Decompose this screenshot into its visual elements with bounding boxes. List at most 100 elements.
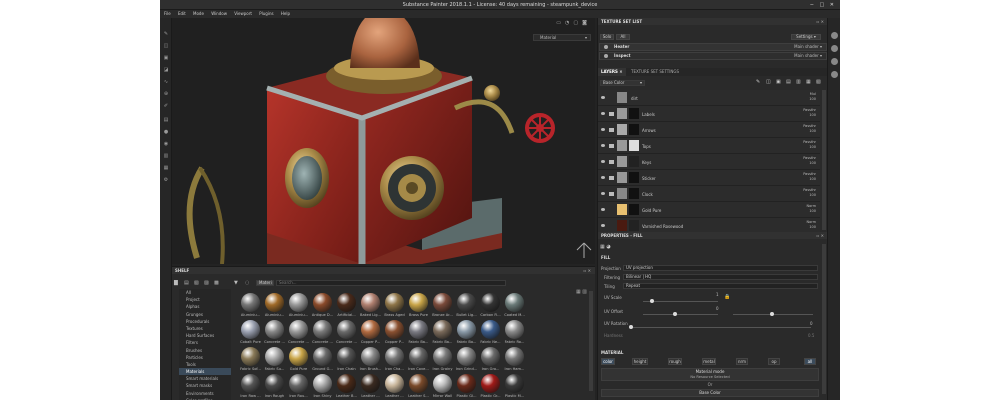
material-thumbnail[interactable]: Plastic Gr... bbox=[479, 374, 502, 400]
texture-set-icon[interactable] bbox=[831, 32, 838, 39]
shelf-category-item[interactable]: Brushes bbox=[179, 347, 231, 354]
shelf-category-item[interactable]: Filters bbox=[179, 339, 231, 346]
material-thumbnail[interactable]: Aluminiu... bbox=[287, 293, 310, 320]
uv-scale-slider[interactable] bbox=[643, 301, 718, 302]
material-thumbnail[interactable]: Ground G... bbox=[311, 347, 334, 374]
clone-icon[interactable]: ⊕ bbox=[163, 92, 169, 97]
shelf-category-item[interactable]: Materials bbox=[179, 368, 231, 376]
material-thumbnail[interactable]: Fabric Su... bbox=[263, 347, 286, 374]
import-icon[interactable]: ▧ bbox=[194, 280, 200, 286]
material-thumbnail[interactable]: Iron Shiny bbox=[311, 374, 334, 400]
material-thumbnail[interactable]: Iron Rough bbox=[263, 374, 286, 400]
material-thumbnail[interactable]: Iron Rou... bbox=[287, 374, 310, 400]
tab-texture-set-settings[interactable]: TEXTURE SET SETTINGS bbox=[628, 68, 682, 76]
solo-button[interactable]: Solo bbox=[600, 34, 614, 40]
shelf-category-item[interactable]: Tools bbox=[179, 361, 231, 368]
smudge-icon[interactable]: ∿ bbox=[163, 80, 169, 85]
close-icon[interactable]: ✕ bbox=[619, 69, 622, 74]
channel-all[interactable]: all bbox=[804, 358, 816, 365]
filter-tag[interactable]: Materi bbox=[256, 280, 274, 286]
material-thumbnail[interactable]: Leather B... bbox=[335, 374, 358, 400]
material-tab-icon[interactable]: ◕ bbox=[606, 244, 610, 250]
material-thumbnail[interactable]: Bullet Lig... bbox=[455, 293, 478, 320]
layer-row[interactable]: Gold Pure Norm 100 bbox=[598, 202, 820, 218]
material-thumbnail[interactable]: Fabric Bo... bbox=[455, 320, 478, 347]
filter-icon[interactable]: ▼ bbox=[234, 280, 240, 286]
material-thumbnail[interactable]: Mirror Wall bbox=[431, 374, 454, 400]
material-thumbnail[interactable]: Iron Grainy bbox=[431, 347, 454, 374]
camera-icon[interactable]: ▭ bbox=[556, 20, 565, 26]
display-settings-icon[interactable] bbox=[831, 45, 838, 52]
shelf-category-item[interactable]: Environments bbox=[179, 390, 231, 397]
material-thumbnail[interactable]: Leather ... bbox=[383, 374, 406, 400]
material-thumbnail[interactable]: Coated M... bbox=[503, 293, 526, 320]
folder-icon[interactable] bbox=[609, 144, 614, 148]
projection-icon[interactable]: ▣ bbox=[163, 56, 169, 61]
add-layer-icon[interactable]: ▤ bbox=[786, 80, 791, 85]
layer-blend[interactable]: Norm 100 bbox=[806, 220, 816, 230]
panel-close-icon[interactable]: ▫ ✕ bbox=[817, 18, 824, 25]
add-fill-icon[interactable]: ▣ bbox=[776, 80, 781, 85]
layer-row[interactable]: dirt Mul 100 bbox=[598, 90, 820, 106]
material-thumbnail[interactable]: Iron Ham... bbox=[503, 347, 526, 374]
layers-scrollbar[interactable] bbox=[822, 90, 826, 230]
shelf-category-item[interactable]: Procedurals bbox=[179, 318, 231, 325]
uv-rotation-slider[interactable] bbox=[631, 327, 811, 328]
uv-offset-knob-u[interactable] bbox=[673, 312, 677, 316]
menu-viewport[interactable]: Viewport bbox=[234, 10, 252, 18]
bake-icon[interactable]: ● bbox=[163, 130, 169, 135]
material-thumbnail[interactable]: Concrete ... bbox=[335, 320, 358, 347]
all-button[interactable]: All bbox=[616, 34, 630, 40]
material-thumbnail[interactable]: Aluminiu... bbox=[239, 293, 262, 320]
material-thumbnail[interactable]: Leather ... bbox=[359, 374, 382, 400]
material-thumbnail[interactable]: Iron Chain bbox=[335, 347, 358, 374]
shelf-search-input[interactable]: Search... bbox=[276, 280, 506, 286]
shelf-category-item[interactable]: Project bbox=[179, 296, 231, 303]
layer-blend[interactable]: Passthr 100 bbox=[803, 172, 816, 182]
paint-brush-icon[interactable]: ✎ bbox=[163, 32, 169, 37]
material-thumbnail[interactable]: Concrete ... bbox=[287, 320, 310, 347]
panel-close-icon[interactable]: ▫ ✕ bbox=[817, 232, 824, 239]
layer-blend[interactable]: Passthr 100 bbox=[803, 140, 816, 150]
layer-blend[interactable]: Norm 100 bbox=[806, 204, 816, 214]
menu-edit[interactable]: Edit bbox=[178, 10, 186, 18]
material-thumbnail[interactable]: Concrete ... bbox=[311, 320, 334, 347]
window-controls[interactable]: − □ ✕ bbox=[810, 2, 836, 8]
uv-offset-slider-u[interactable] bbox=[643, 314, 718, 315]
eye-icon[interactable] bbox=[604, 54, 608, 58]
layer-blend[interactable]: Passthr 100 bbox=[803, 188, 816, 198]
menu-file[interactable]: File bbox=[164, 10, 171, 18]
duplicate-icon[interactable]: ▦ bbox=[806, 80, 811, 85]
3d-viewport[interactable]: ▭◔▢◙ Material ▾ bbox=[172, 18, 595, 264]
eye-icon[interactable] bbox=[601, 128, 605, 131]
texture-set-row[interactable]: Inspect Main shader ▾ bbox=[599, 52, 827, 60]
eye-icon[interactable] bbox=[601, 160, 605, 163]
folder-icon[interactable] bbox=[609, 112, 614, 116]
add-mask-icon[interactable]: ◫ bbox=[766, 80, 771, 85]
record-icon[interactable]: ◉ bbox=[163, 142, 169, 147]
add-folder-icon[interactable]: ▥ bbox=[796, 80, 801, 85]
material-thumbnail[interactable]: Fabric Ba... bbox=[407, 320, 430, 347]
material-thumbnail[interactable]: Plastic Gl... bbox=[455, 374, 478, 400]
eye-icon[interactable] bbox=[601, 208, 605, 211]
layer-blend[interactable]: Mul 100 bbox=[809, 92, 816, 102]
menu-mode[interactable]: Mode bbox=[193, 10, 204, 18]
base-color-header[interactable]: Base Color bbox=[601, 389, 819, 397]
material-thumbnail[interactable]: Carbon Fi... bbox=[479, 293, 502, 320]
shelf-category-item[interactable]: Smart materials bbox=[179, 375, 231, 382]
folder-icon[interactable]: ▇ bbox=[174, 280, 180, 286]
material-thumbnail[interactable]: Fabric Ba... bbox=[431, 320, 454, 347]
settings-dropdown[interactable]: Settings ▾ bbox=[791, 34, 821, 40]
material-thumbnail[interactable]: Gold Pure bbox=[287, 347, 310, 374]
channel-op[interactable]: op bbox=[768, 358, 780, 365]
export-icon[interactable]: ▦ bbox=[163, 166, 169, 171]
material-thumbnail[interactable]: Antique D... bbox=[311, 293, 334, 320]
eraser-icon[interactable]: ◫ bbox=[163, 44, 169, 49]
material-thumbnail[interactable]: Iron Cha... bbox=[383, 347, 406, 374]
eye-icon[interactable] bbox=[601, 176, 605, 179]
shelf-category-item[interactable]: Textures bbox=[179, 325, 231, 332]
delete-icon[interactable]: ▩ bbox=[214, 280, 220, 286]
channel-color[interactable]: color bbox=[601, 358, 615, 365]
layer-row[interactable]: Sticker Passthr 100 bbox=[598, 170, 820, 186]
texture-set-row[interactable]: Heater Main shader ▾ bbox=[599, 43, 827, 51]
